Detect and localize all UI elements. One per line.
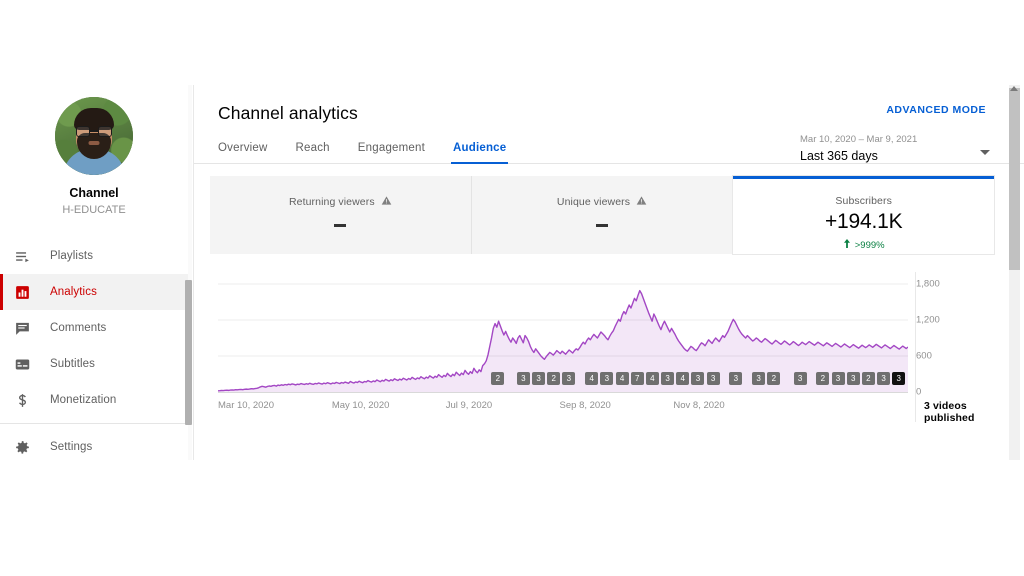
sidebar-item-subtitles[interactable]: Subtitles xyxy=(0,346,188,382)
video-count-badge[interactable]: 3 xyxy=(532,372,545,385)
video-count-badge[interactable]: 2 xyxy=(547,372,560,385)
page-title: Channel analytics xyxy=(218,103,986,124)
tab-engagement[interactable]: Engagement xyxy=(344,142,439,164)
video-count-badge[interactable]: 4 xyxy=(585,372,598,385)
video-count-badge[interactable]: 2 xyxy=(816,372,829,385)
channel-identity: Channel H-EDUCATE xyxy=(0,85,188,232)
warning-triangle-icon xyxy=(381,195,392,209)
sidebar-item-playlists[interactable]: Playlists xyxy=(0,238,188,274)
video-count-badge[interactable]: 3 xyxy=(562,372,575,385)
metric-cards: Returning viewers Unique viewers xyxy=(210,176,994,254)
analytics-bar-icon xyxy=(14,284,40,301)
video-count-badge[interactable]: 3 xyxy=(832,372,845,385)
sidebar-item-label: Comments xyxy=(50,322,106,334)
video-count-badge[interactable]: 2 xyxy=(862,372,875,385)
avatar[interactable] xyxy=(55,97,133,175)
video-count-badge[interactable]: 7 xyxy=(631,372,644,385)
chart-y-axis-labels: 06001,2001,800 xyxy=(916,272,986,392)
metric-card-label-row: Returning viewers xyxy=(289,195,392,209)
x-tick-label: Sep 8, 2020 xyxy=(560,400,611,411)
sidebar-nav: Playlists Analytics Comments Subtitles xyxy=(0,238,188,460)
x-tick-label: Nov 8, 2020 xyxy=(673,400,724,411)
y-tick-label: 600 xyxy=(916,351,932,362)
video-published-badges: 233234347434333323233233 xyxy=(218,372,908,388)
sidebar-divider xyxy=(0,423,188,424)
video-count-badge[interactable]: 2 xyxy=(491,372,504,385)
x-tick-label: Mar 10, 2020 xyxy=(218,400,274,411)
video-count-badge[interactable]: 3 xyxy=(517,372,530,385)
comments-icon xyxy=(14,320,40,337)
em-dash-icon xyxy=(334,224,346,227)
y-tick-label: 1,800 xyxy=(916,279,940,290)
metric-card-subscribers[interactable]: Subscribers +194.1K >999% xyxy=(733,176,994,254)
sidebar: Channel H-EDUCATE Playlists Analytics xyxy=(0,85,188,460)
sidebar-item-settings[interactable]: Settings xyxy=(0,429,188,460)
sidebar-item-comments[interactable]: Comments xyxy=(0,310,188,346)
y-tick-label: 0 xyxy=(916,387,921,398)
metric-label: Unique viewers xyxy=(557,196,630,208)
chart-x-axis xyxy=(218,392,908,393)
metric-delta-value: >999% xyxy=(855,240,885,251)
sidebar-item-label: Monetization xyxy=(50,394,116,406)
metric-value xyxy=(334,217,346,232)
video-count-badge[interactable]: 3 xyxy=(892,372,905,385)
tab-overview[interactable]: Overview xyxy=(218,142,282,164)
video-count-badge[interactable]: 3 xyxy=(707,372,720,385)
metric-value: +194.1K xyxy=(825,210,902,234)
main-panel: Channel analytics ADVANCED MODE Mar 10, … xyxy=(193,85,1010,460)
video-count-badge[interactable]: 3 xyxy=(752,372,765,385)
y-tick-label: 1,200 xyxy=(916,315,940,326)
video-count-badge[interactable]: 3 xyxy=(877,372,890,385)
dollar-icon xyxy=(14,392,40,409)
tab-audience[interactable]: Audience xyxy=(439,142,520,164)
video-count-badge[interactable]: 3 xyxy=(661,372,674,385)
video-count-badge[interactable]: 3 xyxy=(691,372,704,385)
metric-delta: >999% xyxy=(843,239,885,251)
channel-heading: Channel xyxy=(0,185,188,201)
sidebar-item-label: Playlists xyxy=(50,250,93,262)
chart-x-axis-labels: Mar 10, 2020 May 10, 2020 Jul 9, 2020 Sep 8… xyxy=(218,400,908,416)
metric-card-label-row: Subscribers xyxy=(835,195,892,207)
scroll-up-arrow-icon[interactable] xyxy=(1010,86,1018,91)
x-tick-label: Jul 9, 2020 xyxy=(446,400,492,411)
subscribers-chart: 06001,2001,800 233234347434333323233233 … xyxy=(194,272,1010,422)
arrow-up-icon xyxy=(843,239,851,251)
app-root: Channel H-EDUCATE Playlists Analytics xyxy=(0,0,1024,576)
metric-card-label-row: Unique viewers xyxy=(557,195,647,209)
sidebar-item-label: Settings xyxy=(50,441,92,453)
video-count-badge[interactable]: 4 xyxy=(646,372,659,385)
sidebar-item-monetization[interactable]: Monetization xyxy=(0,382,188,418)
playlists-icon xyxy=(14,248,40,265)
metric-value xyxy=(596,217,608,232)
tab-reach[interactable]: Reach xyxy=(282,142,344,164)
em-dash-icon xyxy=(596,224,608,227)
advanced-mode-button[interactable]: ADVANCED MODE xyxy=(886,104,986,116)
metric-card-unique-viewers[interactable]: Unique viewers xyxy=(472,176,734,254)
sidebar-item-analytics[interactable]: Analytics xyxy=(0,274,188,310)
channel-name: H-EDUCATE xyxy=(0,202,188,218)
video-count-badge[interactable]: 2 xyxy=(767,372,780,385)
main-header: Channel analytics ADVANCED MODE Mar 10, … xyxy=(194,85,1010,124)
sidebar-scrollbar-thumb[interactable] xyxy=(185,280,192,425)
video-count-badge[interactable]: 4 xyxy=(616,372,629,385)
metric-label: Subscribers xyxy=(835,195,892,207)
analytics-tabs: Overview Reach Engagement Audience xyxy=(218,142,1010,164)
x-tick-label: May 10, 2020 xyxy=(332,400,390,411)
page-scrollbar-thumb[interactable] xyxy=(1009,88,1020,270)
subtitles-icon xyxy=(14,356,40,373)
sidebar-item-label: Subtitles xyxy=(50,358,95,370)
video-count-badge[interactable]: 3 xyxy=(600,372,613,385)
video-count-badge[interactable]: 3 xyxy=(729,372,742,385)
video-count-badge[interactable]: 3 xyxy=(847,372,860,385)
video-count-badge[interactable]: 3 xyxy=(794,372,807,385)
sidebar-item-label: Analytics xyxy=(50,286,97,298)
warning-triangle-icon xyxy=(636,195,647,209)
video-count-badge[interactable]: 4 xyxy=(676,372,689,385)
gear-icon xyxy=(14,439,40,456)
metric-label: Returning viewers xyxy=(289,196,375,208)
metric-card-returning-viewers[interactable]: Returning viewers xyxy=(210,176,472,254)
videos-published-note: 3 videos published xyxy=(924,400,1010,424)
